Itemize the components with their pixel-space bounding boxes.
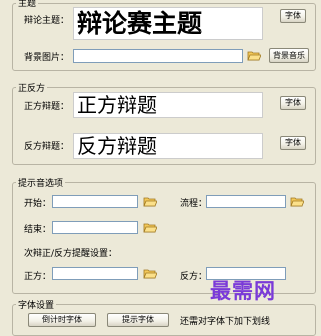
prompts-group-label: 提示音选项 [16, 176, 66, 189]
folder-open-icon[interactable] [143, 222, 157, 233]
folder-open-icon[interactable] [143, 268, 157, 279]
flow-sound-input[interactable] [206, 195, 286, 208]
remaining-reminder-label: 次辩正/反方提醒设置： [24, 249, 118, 259]
end-sound-label: 结束： [24, 225, 52, 235]
con-topic-input[interactable]: 反方辩题 [73, 133, 263, 159]
bg-image-label: 背景图片： [24, 53, 70, 63]
pro-topic-label: 正方辩题： [24, 102, 70, 112]
end-sound-input[interactable] [52, 221, 138, 234]
start-sound-label: 开始： [24, 199, 52, 209]
topic-title-input[interactable]: 辩论赛主题 [73, 7, 263, 40]
con-topic-label: 反方辩题： [24, 142, 70, 152]
prompt-font-button[interactable]: 提示字体 [107, 313, 169, 327]
con-font-button[interactable]: 字体 [280, 136, 306, 150]
start-sound-input[interactable] [52, 195, 138, 208]
folder-open-icon[interactable] [143, 196, 157, 207]
flow-sound-label: 流程： [180, 199, 208, 209]
bg-music-button[interactable]: 背景音乐 [269, 48, 309, 63]
topic-title-label: 辩论主题： [24, 16, 70, 26]
topic-font-button[interactable]: 字体 [280, 9, 306, 23]
font-settings-group-label: 字体设置 [16, 298, 57, 311]
pro-sound-input[interactable] [52, 267, 138, 280]
pro-sound-label: 正方： [24, 272, 52, 282]
countdown-font-button[interactable]: 倒计时字体 [28, 313, 96, 327]
sides-group-label: 正反方 [16, 81, 48, 94]
folder-open-icon[interactable] [290, 196, 304, 207]
folder-open-icon[interactable] [247, 50, 261, 61]
pro-font-button[interactable]: 字体 [280, 96, 306, 110]
con-sound-label: 反方： [180, 272, 208, 282]
site-watermark: 最需网 [210, 278, 276, 303]
pro-topic-input[interactable]: 正方辩题 [73, 92, 263, 118]
bg-image-input[interactable] [73, 49, 243, 63]
topic-group-label: 主题 [16, 0, 39, 9]
